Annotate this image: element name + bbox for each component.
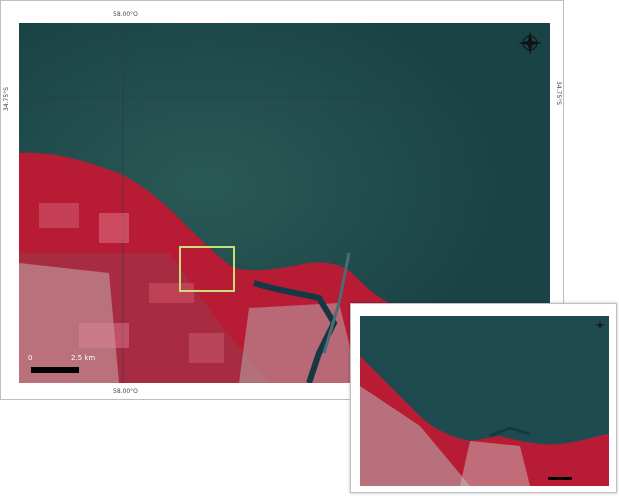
scale-label-zero: 0 <box>28 354 33 362</box>
inset-map[interactable] <box>360 316 609 486</box>
scale-bar <box>31 367 79 373</box>
coord-label-top: 58.00°O <box>113 11 138 18</box>
zoom-extent-box[interactable] <box>179 246 235 292</box>
coord-label-bottom: 58.00°O <box>113 388 138 395</box>
inset-map-frame <box>350 303 617 493</box>
inset-scale-bar <box>548 477 572 480</box>
inset-satellite-image <box>360 316 609 486</box>
scale-label-end: 2.5 km <box>71 354 96 362</box>
compass-rose-icon <box>518 31 542 55</box>
coord-label-right: 34.75°S <box>555 81 562 105</box>
coord-label-left: 34.75°S <box>3 87 10 111</box>
inset-compass-rose-icon <box>595 320 605 330</box>
